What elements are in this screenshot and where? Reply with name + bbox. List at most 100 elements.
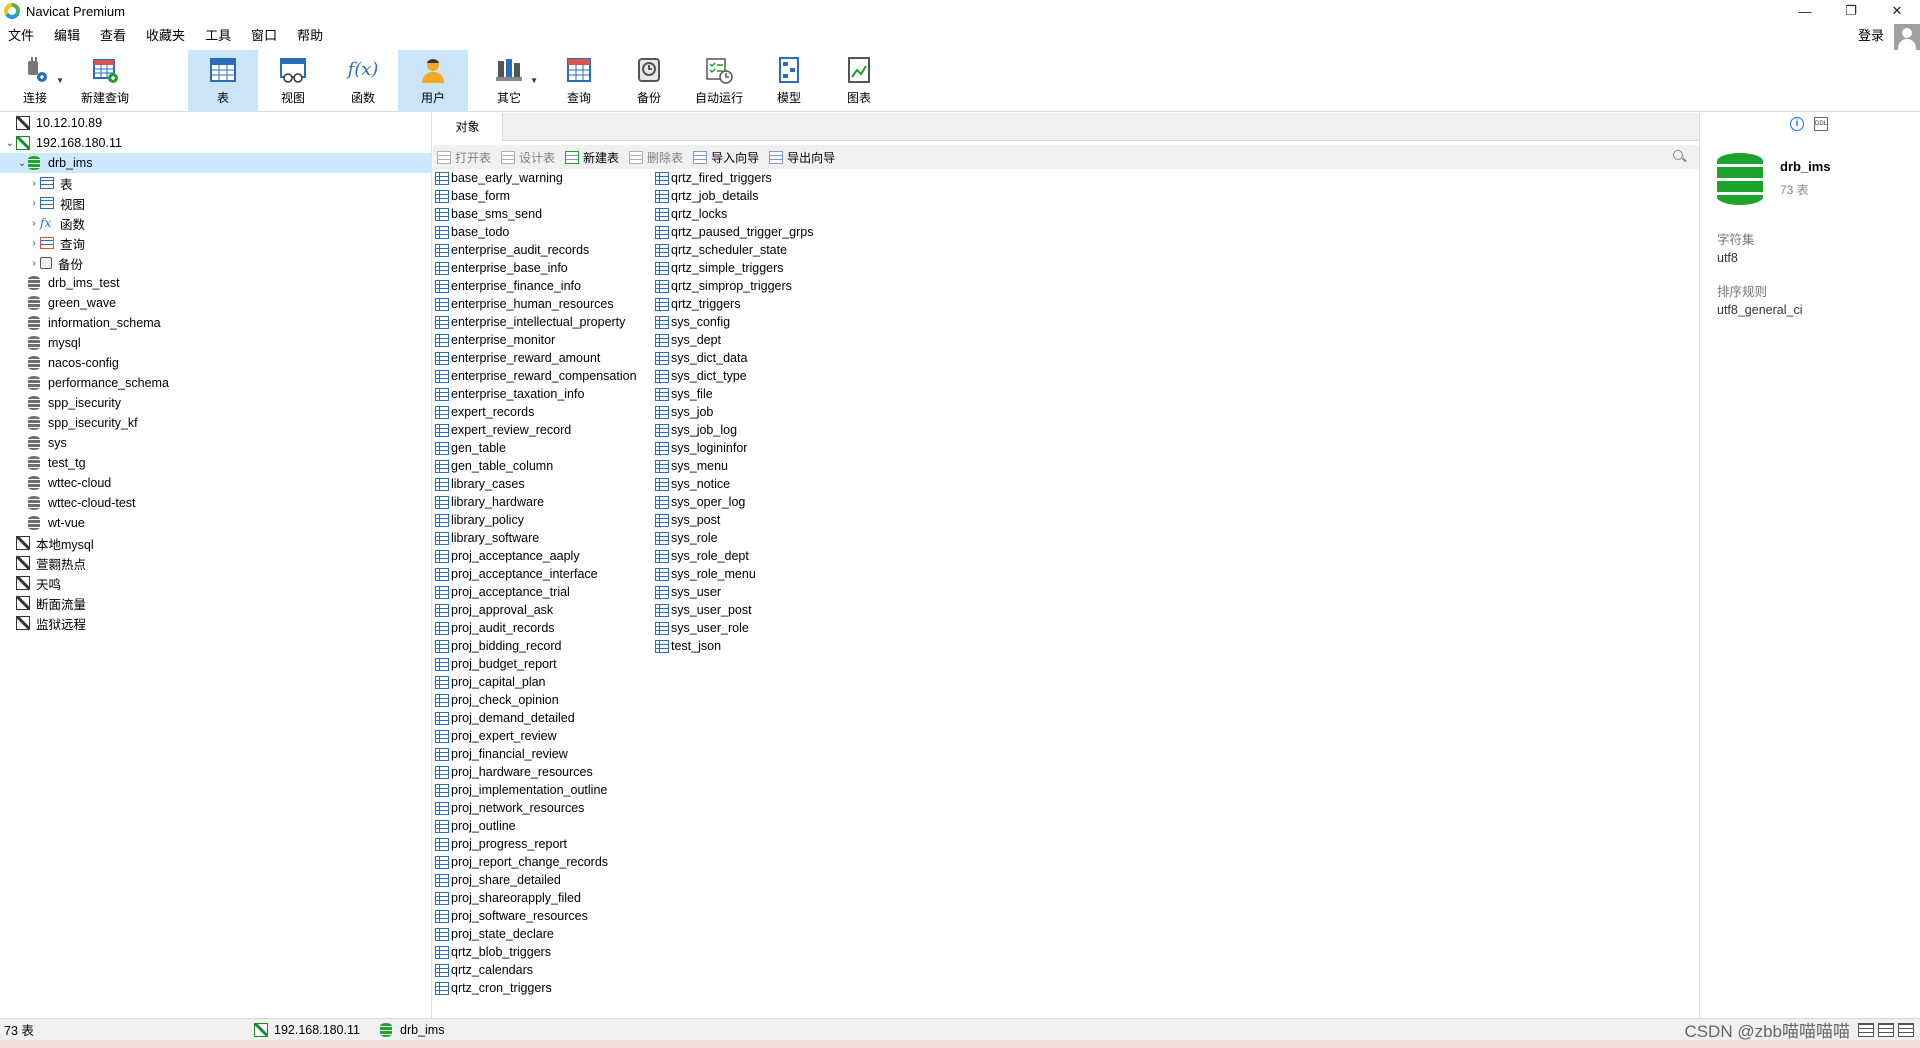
table-item[interactable]: test_json: [653, 637, 813, 655]
views-button[interactable]: 视图: [258, 50, 328, 112]
open-table-button[interactable]: 打开表: [437, 149, 491, 166]
users-button[interactable]: 用户: [398, 50, 468, 112]
chevron-down-icon[interactable]: ⌄: [4, 138, 16, 149]
table-item[interactable]: proj_bidding_record: [433, 637, 637, 655]
chevron-right-icon[interactable]: ›: [28, 238, 40, 249]
table-item[interactable]: proj_share_detailed: [433, 871, 637, 889]
table-item[interactable]: proj_acceptance_trial: [433, 583, 637, 601]
chevron-right-icon[interactable]: ›: [28, 178, 40, 189]
tree-item-views[interactable]: › 视图: [0, 193, 431, 213]
backup-button[interactable]: 备份: [614, 50, 684, 112]
table-item[interactable]: sys_logininfor: [653, 439, 813, 457]
table-item[interactable]: proj_capital_plan: [433, 673, 637, 691]
tree-connection[interactable]: ⌄ 192.168.180.11: [0, 133, 431, 153]
table-item[interactable]: proj_implementation_outline: [433, 781, 637, 799]
automation-button[interactable]: 自动运行: [684, 50, 754, 112]
import-wizard-button[interactable]: 导入向导: [693, 149, 759, 166]
tree-database[interactable]: wttec-cloud-test: [0, 493, 431, 513]
tree-connection[interactable]: 断面流量: [0, 593, 431, 613]
tree-database[interactable]: drb_ims_test: [0, 273, 431, 293]
table-item[interactable]: enterprise_taxation_info: [433, 385, 637, 403]
tree-connection[interactable]: 萱翾热点: [0, 553, 431, 573]
tree-database[interactable]: green_wave: [0, 293, 431, 313]
tree-database[interactable]: wt-vue: [0, 513, 431, 533]
table-item[interactable]: enterprise_human_resources: [433, 295, 637, 313]
table-item[interactable]: enterprise_audit_records: [433, 241, 637, 259]
table-item[interactable]: qrtz_job_details: [653, 187, 813, 205]
table-item[interactable]: sys_file: [653, 385, 813, 403]
table-item[interactable]: gen_table_column: [433, 457, 637, 475]
menu-view[interactable]: 查看: [90, 24, 136, 48]
menu-help[interactable]: 帮助: [287, 24, 333, 48]
close-button[interactable]: ✕: [1874, 0, 1920, 22]
table-item[interactable]: qrtz_scheduler_state: [653, 241, 813, 259]
table-item[interactable]: enterprise_finance_info: [433, 277, 637, 295]
table-item[interactable]: proj_check_opinion: [433, 691, 637, 709]
export-wizard-button[interactable]: 导出向导: [769, 149, 835, 166]
chevron-right-icon[interactable]: ›: [28, 258, 40, 269]
table-item[interactable]: proj_audit_records: [433, 619, 637, 637]
table-item[interactable]: proj_approval_ask: [433, 601, 637, 619]
tree-connection[interactable]: 天鸣: [0, 573, 431, 593]
table-item[interactable]: sys_dept: [653, 331, 813, 349]
table-item[interactable]: proj_acceptance_aaply: [433, 547, 637, 565]
table-item[interactable]: qrtz_paused_trigger_grps: [653, 223, 813, 241]
menu-favorites[interactable]: 收藏夹: [136, 24, 195, 48]
table-item[interactable]: proj_hardware_resources: [433, 763, 637, 781]
chevron-right-icon[interactable]: ›: [28, 198, 40, 209]
tree-item-queries[interactable]: › 查询: [0, 233, 431, 253]
chart-button[interactable]: 图表: [824, 50, 894, 112]
table-item[interactable]: proj_state_declare: [433, 925, 637, 943]
tree-connection[interactable]: 监狱远程: [0, 613, 431, 633]
new-query-button[interactable]: 新建查询: [70, 50, 140, 112]
table-item[interactable]: sys_user_post: [653, 601, 813, 619]
table-item[interactable]: sys_role_menu: [653, 565, 813, 583]
table-item[interactable]: qrtz_triggers: [653, 295, 813, 313]
table-item[interactable]: sys_job_log: [653, 421, 813, 439]
table-item[interactable]: qrtz_simprop_triggers: [653, 277, 813, 295]
table-item[interactable]: enterprise_reward_amount: [433, 349, 637, 367]
table-item[interactable]: sys_notice: [653, 475, 813, 493]
detail-view-icon[interactable]: [1878, 1022, 1894, 1037]
tree-database[interactable]: spp_isecurity_kf: [0, 413, 431, 433]
table-item[interactable]: proj_software_resources: [433, 907, 637, 925]
new-table-button[interactable]: 新建表: [565, 149, 619, 166]
tree-database[interactable]: wttec-cloud: [0, 473, 431, 493]
tree-database[interactable]: sys: [0, 433, 431, 453]
table-item[interactable]: proj_budget_report: [433, 655, 637, 673]
table-item[interactable]: qrtz_cron_triggers: [433, 979, 637, 997]
others-button[interactable]: 其它 ▼: [474, 50, 544, 112]
tables-button[interactable]: 表: [188, 50, 258, 112]
table-item[interactable]: enterprise_reward_compensation: [433, 367, 637, 385]
tree-database[interactable]: spp_isecurity: [0, 393, 431, 413]
table-item[interactable]: qrtz_blob_triggers: [433, 943, 637, 961]
tree-database[interactable]: test_tg: [0, 453, 431, 473]
table-item[interactable]: proj_financial_review: [433, 745, 637, 763]
table-item[interactable]: library_policy: [433, 511, 637, 529]
table-item[interactable]: proj_progress_report: [433, 835, 637, 853]
design-table-button[interactable]: 设计表: [501, 149, 555, 166]
search-icon[interactable]: [1673, 150, 1683, 160]
table-item[interactable]: sys_dict_data: [653, 349, 813, 367]
table-item[interactable]: enterprise_base_info: [433, 259, 637, 277]
er-view-icon[interactable]: [1898, 1022, 1914, 1037]
tree-connection[interactable]: 10.12.10.89: [0, 113, 431, 133]
table-item[interactable]: library_hardware: [433, 493, 637, 511]
tab-objects[interactable]: 对象: [433, 113, 503, 141]
table-item[interactable]: base_sms_send: [433, 205, 637, 223]
table-item[interactable]: proj_outline: [433, 817, 637, 835]
table-item[interactable]: base_early_warning: [433, 169, 637, 187]
table-item[interactable]: base_form: [433, 187, 637, 205]
menu-window[interactable]: 窗口: [241, 24, 287, 48]
functions-button[interactable]: f(x) 函数: [328, 50, 398, 112]
table-item[interactable]: base_todo: [433, 223, 637, 241]
table-item[interactable]: qrtz_fired_triggers: [653, 169, 813, 187]
table-item[interactable]: sys_post: [653, 511, 813, 529]
table-item[interactable]: qrtz_locks: [653, 205, 813, 223]
tree-connection[interactable]: 本地mysql: [0, 533, 431, 553]
table-item[interactable]: sys_user_role: [653, 619, 813, 637]
table-item[interactable]: proj_acceptance_interface: [433, 565, 637, 583]
queries-button[interactable]: 查询: [544, 50, 614, 112]
info-icon[interactable]: i: [1790, 117, 1804, 131]
table-item[interactable]: proj_shareorapply_filed: [433, 889, 637, 907]
